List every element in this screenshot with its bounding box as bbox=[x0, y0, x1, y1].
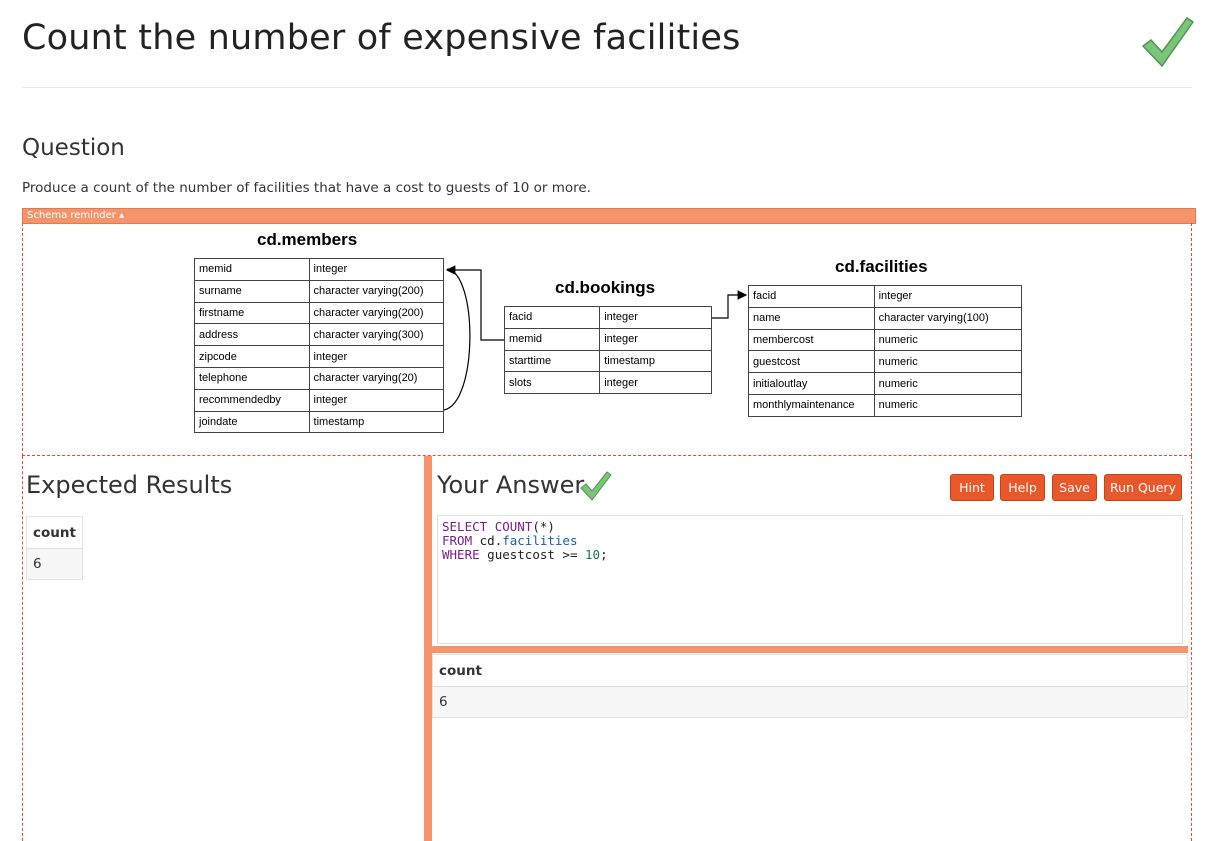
expected-results-heading: Expected Results bbox=[26, 471, 233, 499]
relationship-arrows bbox=[443, 265, 748, 411]
hint-button[interactable]: Hint bbox=[950, 474, 994, 501]
code-line: WHERE guestcost >= 10; bbox=[442, 547, 608, 562]
your-answer-heading: Your Answer bbox=[437, 471, 585, 499]
table-row: 6 bbox=[26, 548, 83, 580]
check-icon bbox=[580, 471, 612, 501]
result-column-header: count bbox=[432, 654, 1188, 687]
divider bbox=[22, 87, 1192, 88]
save-button[interactable]: Save bbox=[1052, 474, 1097, 501]
code-line: SELECT COUNT(*) bbox=[442, 519, 555, 534]
schema-reminder-toggle[interactable]: Schema reminder ▴ bbox=[22, 208, 1196, 224]
horizontal-splitter[interactable] bbox=[432, 646, 1188, 653]
expected-cell: 6 bbox=[26, 548, 83, 580]
expected-column-header: count bbox=[26, 516, 83, 549]
table-row: 6 bbox=[432, 686, 1188, 718]
pane-border bbox=[1190, 456, 1192, 841]
schema-diagram: cd.members memid integer surname character … bbox=[22, 223, 1192, 456]
code-line: FROM cd.facilities bbox=[442, 533, 578, 548]
question-heading: Question bbox=[22, 135, 125, 161]
page-title: Count the number of expensive facilities bbox=[22, 18, 741, 58]
help-button[interactable]: Help bbox=[1000, 474, 1045, 501]
vertical-splitter[interactable] bbox=[424, 456, 432, 841]
check-icon bbox=[1141, 16, 1195, 68]
result-cell: 6 bbox=[432, 686, 1188, 718]
query-results-table: count 6 bbox=[432, 654, 1188, 718]
expected-results-pane bbox=[22, 456, 425, 841]
run-query-button[interactable]: Run Query bbox=[1104, 474, 1182, 501]
expected-results-table: count 6 bbox=[26, 516, 83, 580]
sql-editor[interactable]: SELECT COUNT(*) FROM cd.facilities WHERE… bbox=[437, 515, 1183, 644]
question-text: Produce a count of the number of facilit… bbox=[22, 180, 591, 196]
